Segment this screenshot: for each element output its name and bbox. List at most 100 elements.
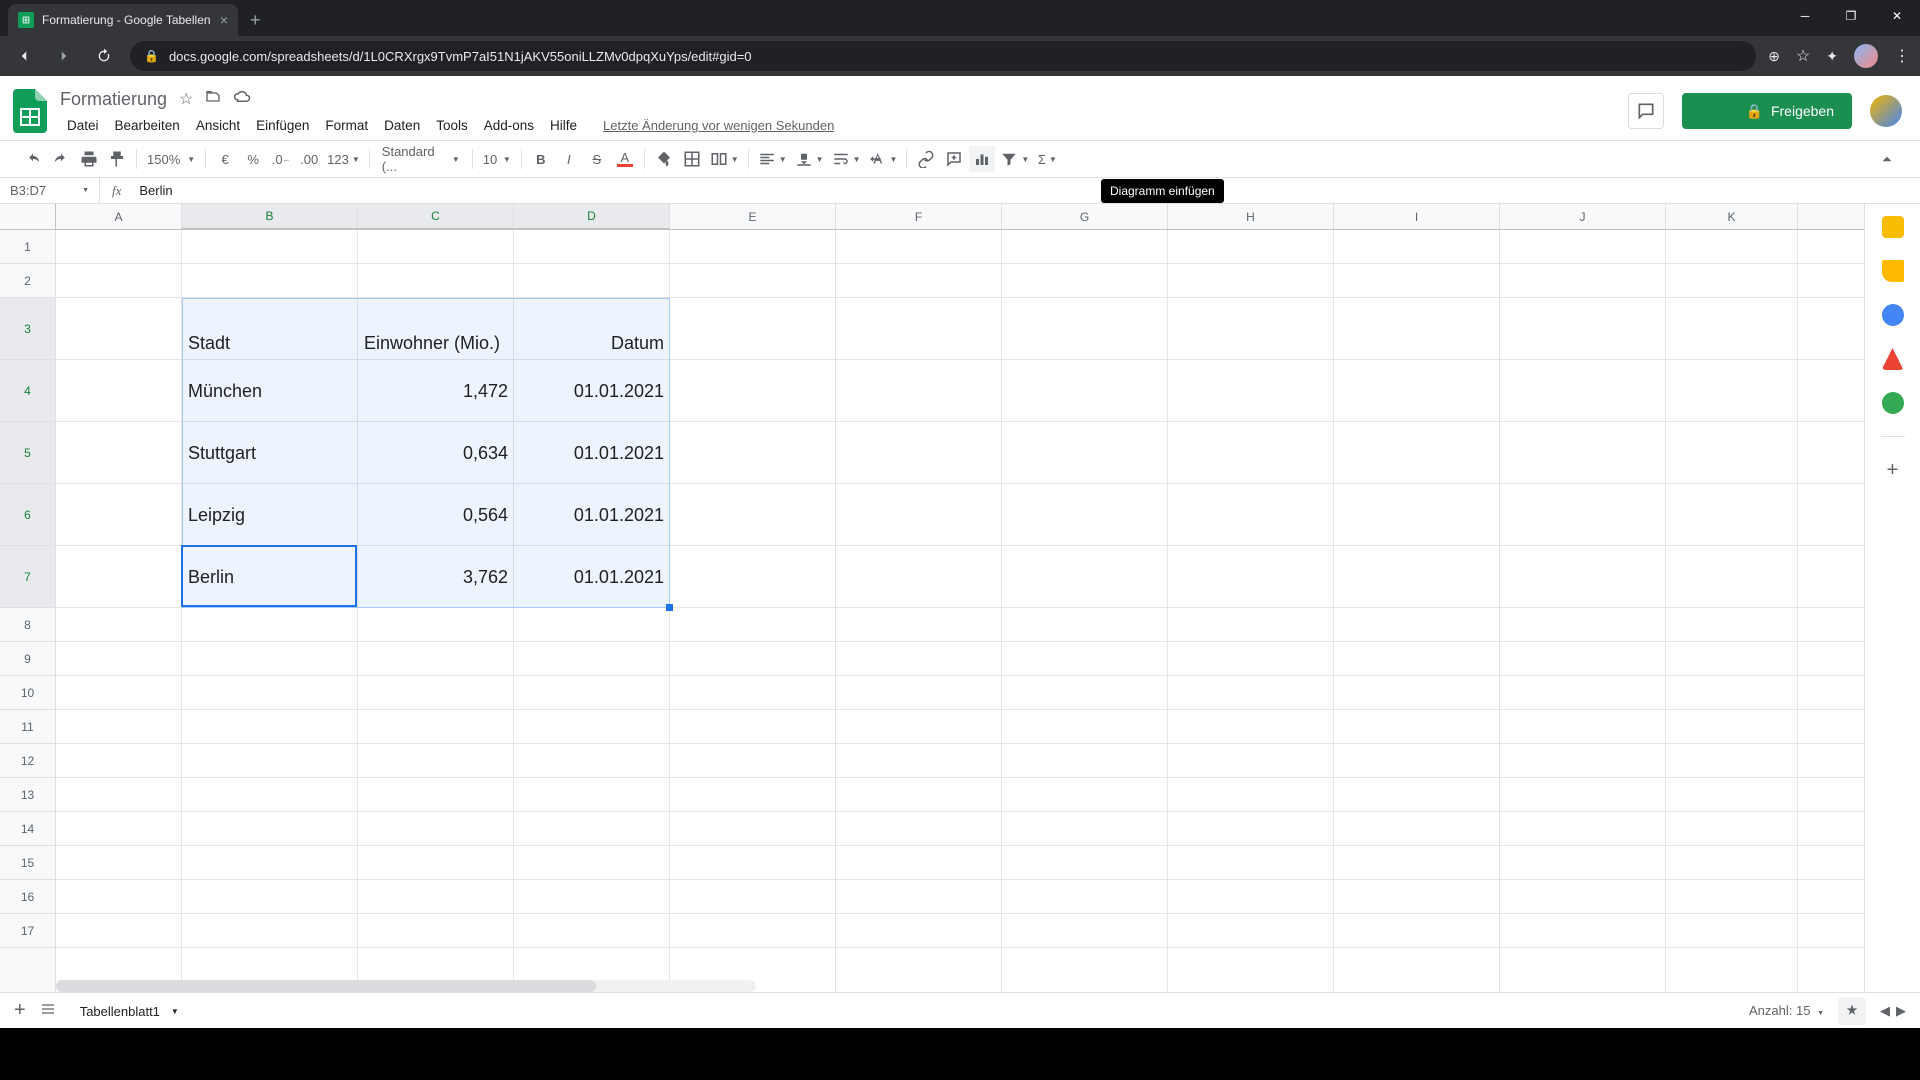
last-edit-link[interactable]: Letzte Änderung vor wenigen Sekunden <box>596 116 841 135</box>
menu-file[interactable]: Datei <box>60 116 106 135</box>
browser-tab[interactable]: Formatierung - Google Tabellen × <box>8 4 238 36</box>
comments-button[interactable] <box>1628 93 1664 129</box>
grid-body[interactable]: StadtEinwohner (Mio.)DatumMünchen1,47201… <box>56 230 1864 992</box>
reload-button[interactable] <box>90 42 118 70</box>
all-sheets-button[interactable] <box>40 1001 56 1020</box>
keep-icon[interactable] <box>1882 260 1904 282</box>
decrease-decimal-button[interactable]: .0← <box>268 146 294 172</box>
add-sheet-button[interactable]: + <box>14 999 26 1022</box>
undo-button[interactable] <box>20 146 46 172</box>
percent-button[interactable]: % <box>240 146 266 172</box>
insert-chart-button[interactable] <box>969 146 995 172</box>
cell-B4[interactable]: München <box>182 360 358 422</box>
col-header-D[interactable]: D <box>514 204 670 229</box>
cell-B7[interactable]: Berlin <box>182 546 358 608</box>
vertical-align-button[interactable]: ▼ <box>792 146 827 172</box>
col-header-B[interactable]: B <box>182 204 358 229</box>
chrome-menu-icon[interactable]: ⋮ <box>1894 46 1910 66</box>
profile-avatar[interactable] <box>1854 44 1878 68</box>
cloud-status-icon[interactable] <box>233 89 251 110</box>
row-header-5[interactable]: 5 <box>0 422 55 484</box>
col-header-C[interactable]: C <box>358 204 514 229</box>
doc-title[interactable]: Formatierung <box>60 89 167 110</box>
menu-addons[interactable]: Add-ons <box>477 116 541 135</box>
explore-button[interactable] <box>1838 997 1866 1025</box>
filter-button[interactable]: ▼ <box>997 146 1032 172</box>
sheets-logo[interactable] <box>10 91 50 131</box>
row-header-16[interactable]: 16 <box>0 880 55 914</box>
row-header-13[interactable]: 13 <box>0 778 55 812</box>
selection-summary[interactable]: Anzahl: 15 ▼ <box>1749 1003 1824 1018</box>
select-all-corner[interactable] <box>0 204 56 230</box>
row-header-17[interactable]: 17 <box>0 914 55 948</box>
horizontal-scrollbar[interactable] <box>56 980 756 992</box>
back-button[interactable] <box>10 42 38 70</box>
sheet-tab[interactable]: Tabellenblatt1 ▼ <box>70 993 189 1029</box>
insert-comment-button[interactable] <box>941 146 967 172</box>
col-header-G[interactable]: G <box>1002 204 1168 229</box>
row-header-14[interactable]: 14 <box>0 812 55 846</box>
col-header-E[interactable]: E <box>670 204 836 229</box>
star-icon[interactable]: ☆ <box>179 89 193 110</box>
cell-C4[interactable]: 1,472 <box>358 360 514 422</box>
menu-data[interactable]: Daten <box>377 116 427 135</box>
maps-icon[interactable] <box>1882 392 1904 414</box>
bold-button[interactable]: B <box>528 146 554 172</box>
cell-D3[interactable]: Datum <box>514 298 670 360</box>
close-window-button[interactable]: ✕ <box>1874 0 1920 32</box>
extensions-icon[interactable]: ✦ <box>1826 48 1838 65</box>
row-header-4[interactable]: 4 <box>0 360 55 422</box>
close-tab-icon[interactable]: × <box>220 12 228 28</box>
cell-D4[interactable]: 01.01.2021 <box>514 360 670 422</box>
formula-input[interactable]: Berlin <box>133 183 178 198</box>
font-dropdown[interactable]: Standard (...▼ <box>376 144 466 174</box>
move-icon[interactable] <box>205 89 221 110</box>
forward-button[interactable] <box>50 42 78 70</box>
maximize-button[interactable]: ❐ <box>1828 0 1874 32</box>
cell-D5[interactable]: 01.01.2021 <box>514 422 670 484</box>
cell-C3[interactable]: Einwohner (Mio.) <box>358 298 514 360</box>
row-header-11[interactable]: 11 <box>0 710 55 744</box>
cell-C5[interactable]: 0,634 <box>358 422 514 484</box>
col-header-H[interactable]: H <box>1168 204 1334 229</box>
paint-format-button[interactable] <box>104 146 130 172</box>
fill-color-button[interactable] <box>651 146 677 172</box>
cell-D7[interactable]: 01.01.2021 <box>514 546 670 608</box>
row-header-15[interactable]: 15 <box>0 846 55 880</box>
print-button[interactable] <box>76 146 102 172</box>
merge-cells-button[interactable]: ▼ <box>707 146 742 172</box>
increase-decimal-button[interactable]: .00 <box>296 146 322 172</box>
borders-button[interactable] <box>679 146 705 172</box>
name-box[interactable]: B3:D7▼ <box>0 178 100 203</box>
text-wrap-button[interactable]: ▼ <box>829 146 864 172</box>
col-header-F[interactable]: F <box>836 204 1002 229</box>
cell-C7[interactable]: 3,762 <box>358 546 514 608</box>
cell-B6[interactable]: Leipzig <box>182 484 358 546</box>
col-header-K[interactable]: K <box>1666 204 1798 229</box>
tasks-icon[interactable] <box>1882 304 1904 326</box>
cell-B5[interactable]: Stuttgart <box>182 422 358 484</box>
minimize-button[interactable]: ─ <box>1782 0 1828 32</box>
sheet-nav-right[interactable]: ▶ <box>1896 1003 1906 1019</box>
row-header-2[interactable]: 2 <box>0 264 55 298</box>
menu-edit[interactable]: Bearbeiten <box>108 116 187 135</box>
collapse-toolbar-button[interactable] <box>1874 146 1900 172</box>
menu-help[interactable]: Hilfe <box>543 116 584 135</box>
calendar-icon[interactable] <box>1882 216 1904 238</box>
new-tab-button[interactable]: + <box>238 4 273 36</box>
share-button[interactable]: 🔒 Freigeben <box>1682 93 1852 129</box>
row-header-6[interactable]: 6 <box>0 484 55 546</box>
col-header-I[interactable]: I <box>1334 204 1500 229</box>
selection-handle[interactable] <box>666 604 673 611</box>
italic-button[interactable]: I <box>556 146 582 172</box>
text-rotation-button[interactable]: ▼ <box>865 146 900 172</box>
font-size-dropdown[interactable]: 10▼ <box>479 152 515 167</box>
cell-D6[interactable]: 01.01.2021 <box>514 484 670 546</box>
bookmark-icon[interactable]: ☆ <box>1796 46 1810 66</box>
menu-insert[interactable]: Einfügen <box>249 116 316 135</box>
horizontal-align-button[interactable]: ▼ <box>755 146 790 172</box>
currency-button[interactable]: € <box>212 146 238 172</box>
chevron-down-icon[interactable]: ▼ <box>171 1007 179 1016</box>
strikethrough-button[interactable]: S <box>584 146 610 172</box>
contacts-icon[interactable] <box>1882 348 1904 370</box>
